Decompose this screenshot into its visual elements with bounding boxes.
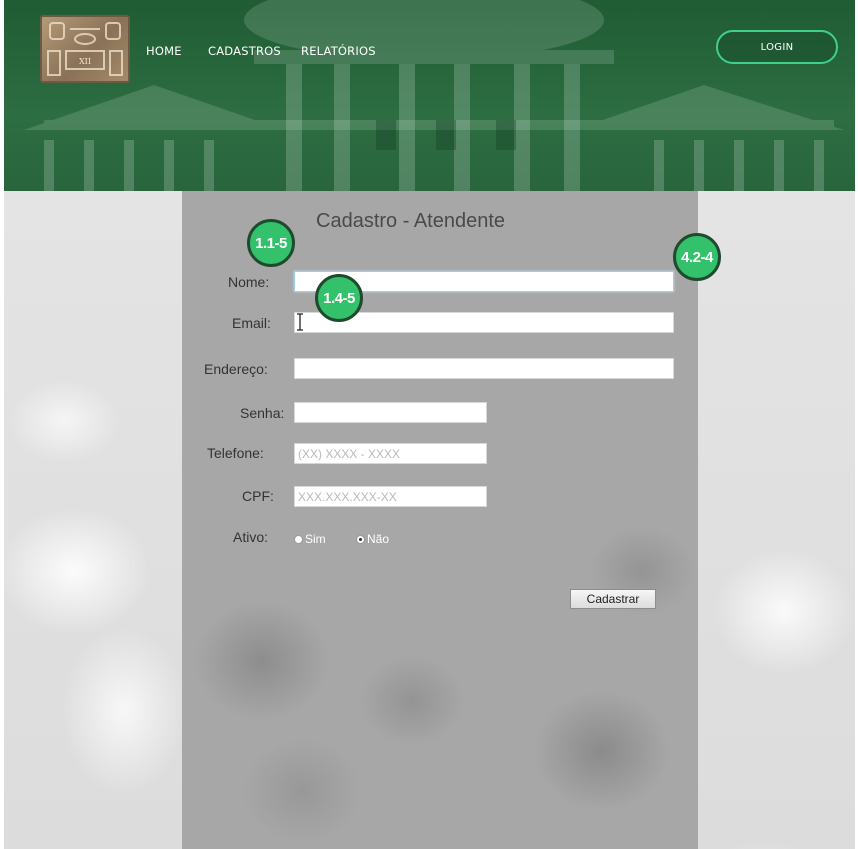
ativo-label: Ativo:	[233, 529, 269, 545]
radio-sim-dot[interactable]	[294, 534, 303, 544]
cadastrar-button[interactable]: Cadastrar	[570, 589, 656, 609]
radio-nao-label: Não	[367, 532, 390, 546]
endereco-input[interactable]	[294, 358, 674, 379]
text-cursor-icon	[297, 313, 303, 331]
logo-text: XII	[79, 57, 91, 66]
radio-nao[interactable]: Não	[356, 532, 389, 546]
endereco-label: Endereço:	[204, 361, 268, 377]
radio-nao-dot[interactable]	[356, 534, 365, 544]
nav-relatorios[interactable]: RELATÓRIOS	[301, 44, 376, 58]
login-button[interactable]: LOGIN	[716, 30, 838, 64]
senha-label: Senha:	[240, 405, 285, 421]
telefone-label: Telefone:	[207, 445, 264, 461]
email-label: Email:	[232, 315, 271, 331]
site-logo[interactable]: XII	[40, 15, 130, 83]
radio-sim-label: Sim	[305, 532, 326, 546]
nav-cadastros[interactable]: CADASTROS	[208, 44, 281, 58]
badge-4-2-4: 4.2-4	[673, 233, 721, 281]
building-background-icon	[24, 0, 844, 191]
senha-input[interactable]	[294, 402, 487, 423]
cpf-input[interactable]	[294, 486, 487, 507]
nav-home[interactable]: HOME	[146, 44, 182, 58]
nome-label: Nome:	[228, 274, 270, 290]
form-title: Cadastro - Atendente	[316, 210, 506, 232]
seal-emblem-icon: XII	[47, 22, 123, 76]
radio-sim[interactable]: Sim	[294, 532, 326, 546]
badge-1-4-5: 1.4-5	[315, 274, 363, 322]
header-banner	[4, 0, 855, 191]
cpf-label: CPF:	[242, 488, 274, 504]
badge-1-1-5: 1.1-5	[247, 219, 295, 267]
telefone-input[interactable]	[294, 443, 487, 464]
